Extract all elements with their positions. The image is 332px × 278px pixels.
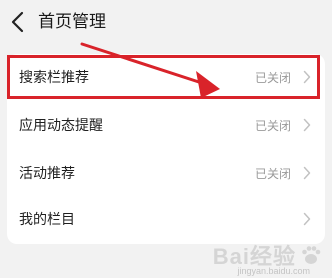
chevron-right-icon	[303, 118, 311, 132]
chevron-right-icon	[303, 166, 311, 180]
row-status: 已关闭	[254, 167, 291, 181]
page-title: 首页管理	[38, 12, 106, 32]
row-label: 应用动态提醒	[19, 118, 103, 134]
chevron-right-icon	[303, 212, 311, 226]
back-arrow-icon[interactable]	[8, 10, 28, 34]
watermark-url: jingyan.baidu.com	[237, 266, 310, 276]
row-label: 我的栏目	[19, 212, 75, 228]
header-bar: 首页管理	[0, 0, 332, 46]
row-my-columns[interactable]: 我的栏目	[7, 196, 325, 244]
baidu-paw-icon	[302, 246, 321, 264]
row-activity-recommend[interactable]: 活动推荐 已关闭	[7, 150, 325, 198]
row-status: 已关闭	[254, 119, 291, 133]
highlight-box	[7, 55, 320, 99]
baidu-watermark: Bai经验	[213, 242, 322, 269]
row-label: 活动推荐	[19, 166, 75, 182]
row-app-activity-reminder[interactable]: 应用动态提醒 已关闭	[7, 102, 325, 150]
